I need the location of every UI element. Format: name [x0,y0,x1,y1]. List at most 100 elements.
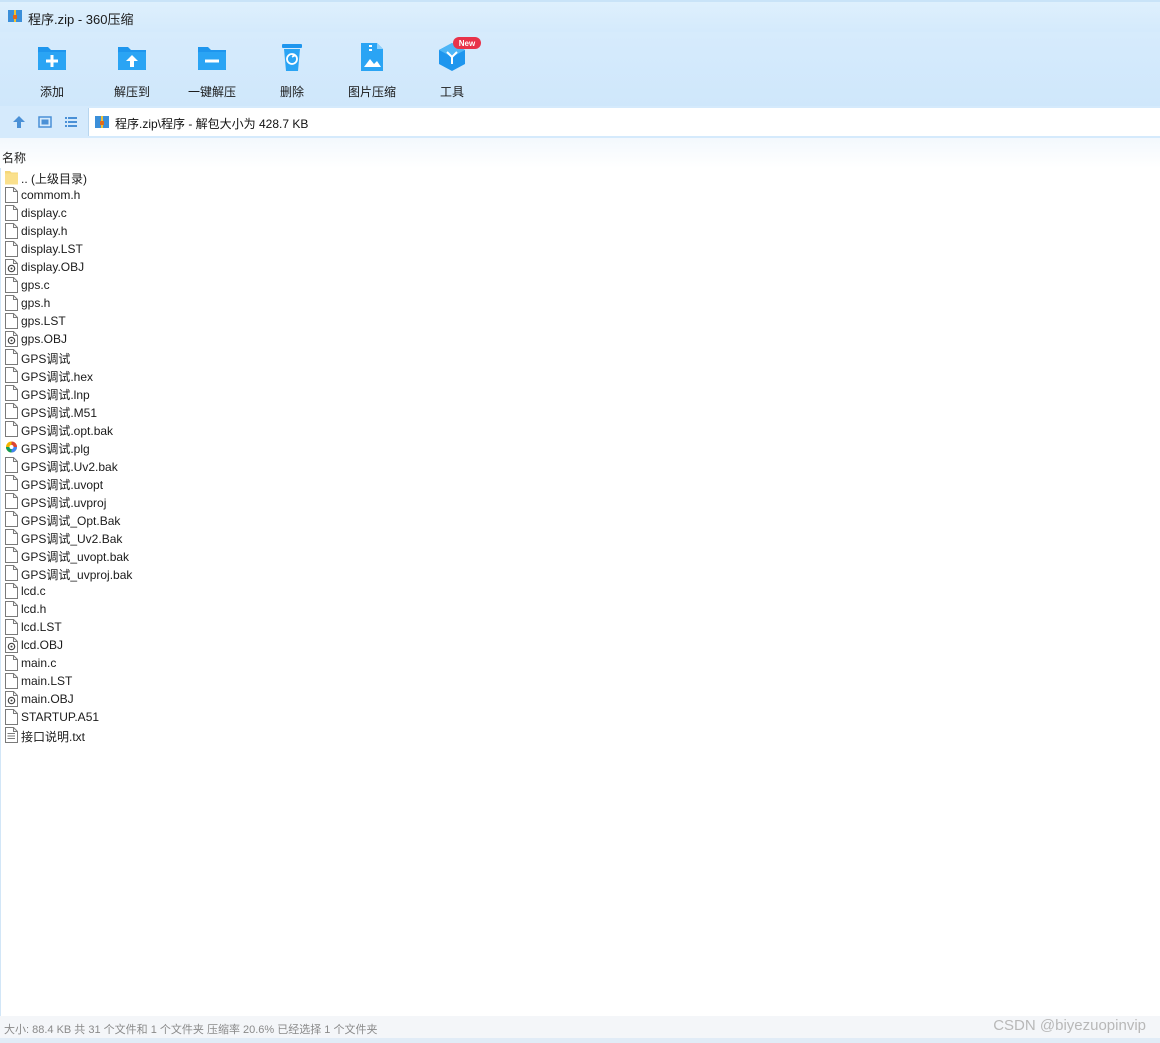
file-name: STARTUP.A51 [21,710,100,724]
file-list: .. (上级目录) commom.h display.c display.h displ… [0,168,1160,744]
file-row[interactable]: lcd.LST [0,618,1160,636]
file-row[interactable]: 接口说明.txt [0,726,1160,744]
tools-button-label: 工具 [439,85,464,99]
file-row[interactable]: display.OBJ [0,258,1160,276]
file-row[interactable]: gps.h [0,294,1160,312]
address-field[interactable]: 程序.zip\程序 - 解包大小为 428.7 KB [88,108,1160,136]
quick-extract-button[interactable]: 一键解压 [172,38,252,100]
delete-button[interactable]: 删除 [252,38,332,100]
file-row[interactable]: GPS调试 [0,348,1160,366]
trash-icon [282,44,302,71]
file-row[interactable]: GPS调试_uvproj.bak [0,564,1160,582]
file-row[interactable]: GPS调试.uvopt [0,474,1160,492]
file-row[interactable]: GPS调试_Opt.Bak [0,510,1160,528]
file-name: GPS调试_uvopt.bak [21,550,130,564]
file-row[interactable]: STARTUP.A51 [0,708,1160,726]
file-name: lcd.OBJ [21,638,64,652]
file-row[interactable]: GPS调试.plg [0,438,1160,456]
new-badge: New [453,37,481,49]
file-icon [5,277,18,293]
file-icon [5,601,18,617]
file-name: display.OBJ [21,260,85,274]
file-name: GPS调试.uvopt [21,478,104,492]
file-row[interactable]: GPS调试.hex [0,366,1160,384]
title-bar: 程序.zip - 360压缩 [0,0,1160,32]
file-name: gps.LST [21,314,66,328]
status-text: 大小: 88.4 KB 共 31 个文件和 1 个文件夹 压缩率 20.6% 已… [4,1024,378,1036]
file-name: .. (上级目录) [21,172,87,186]
folder-quick-extract-icon [198,47,226,70]
file-row[interactable]: GPS调试.uvproj [0,492,1160,510]
text-file-icon [5,727,18,743]
new-badge-text: New [459,39,476,48]
file-name: display.c [21,206,67,220]
address-bar: 程序.zip\程序 - 解包大小为 428.7 KB [0,106,1160,138]
image-compress-icon [361,43,383,71]
file-icon [5,187,18,203]
file-row[interactable]: GPS调试_Uv2.Bak [0,528,1160,546]
window-title: 程序.zip - 360压缩 [28,12,134,27]
file-name: GPS调试.hex [21,370,94,384]
file-row[interactable]: lcd.h [0,600,1160,618]
obj-file-icon [5,331,18,347]
file-row[interactable]: .. (上级目录) [0,168,1160,186]
file-row[interactable]: GPS调试.lnp [0,384,1160,402]
obj-file-icon [5,259,18,275]
file-row[interactable]: display.c [0,204,1160,222]
file-name: GPS调试.opt.bak [21,424,114,438]
file-icon [5,367,18,383]
file-name: gps.OBJ [21,332,68,346]
list-view-icon[interactable] [63,114,79,130]
quick-extract-button-label: 一键解压 [187,85,236,99]
file-name: GPS调试.lnp [21,388,90,402]
tools-button[interactable]: New 工具 [412,37,492,100]
image-compress-button-label: 图片压缩 [347,85,396,99]
file-row[interactable]: lcd.c [0,582,1160,600]
file-name: display.h [21,224,68,238]
file-name: GPS调试.Uv2.bak [21,460,118,474]
thumbnail-view-icon[interactable] [37,114,53,130]
file-icon [5,349,18,365]
file-icon [5,493,18,509]
watermark: CSDN @biyezuopinvip [993,1017,1146,1034]
file-icon [5,385,18,401]
extract-to-button[interactable]: 解压到 [92,38,172,100]
title-bar-edge [0,0,1160,2]
column-header: 名称 [0,138,1160,168]
file-icon [5,655,18,671]
up-arrow-icon[interactable] [11,114,27,130]
file-row[interactable]: display.LST [0,240,1160,258]
file-row[interactable]: gps.OBJ [0,330,1160,348]
file-row[interactable]: main.LST [0,672,1160,690]
file-name: GPS调试_uvproj.bak [21,568,133,582]
file-name: display.LST [21,242,83,256]
file-row[interactable]: gps.c [0,276,1160,294]
file-row[interactable]: main.OBJ [0,690,1160,708]
file-row[interactable]: GPS调试.Uv2.bak [0,456,1160,474]
file-icon [5,565,18,581]
file-row[interactable]: lcd.OBJ [0,636,1160,654]
add-button[interactable]: 添加 [12,38,92,100]
file-name: GPS调试_Uv2.Bak [21,532,123,546]
obj-file-icon [5,637,18,653]
file-row[interactable]: GPS调试_uvopt.bak [0,546,1160,564]
file-row[interactable]: commom.h [0,186,1160,204]
column-name-header[interactable]: 名称 [2,149,26,166]
image-compress-button[interactable]: 图片压缩 [332,38,412,100]
file-name: main.OBJ [21,692,74,706]
file-row[interactable]: display.h [0,222,1160,240]
zip-archive-icon [95,116,109,128]
file-name: gps.h [21,296,51,310]
file-row[interactable]: GPS调试.opt.bak [0,420,1160,438]
file-row[interactable]: gps.LST [0,312,1160,330]
folder-icon [5,171,18,185]
app-zip-icon [8,10,22,22]
file-row[interactable]: main.c [0,654,1160,672]
toolbar: 添加 解压到 一键解压 删除 图片压缩 New 工具 [0,32,1160,106]
file-icon [5,709,18,725]
file-row[interactable]: GPS调试.M51 [0,402,1160,420]
folder-extract-icon [118,47,146,70]
obj-file-icon [5,691,18,707]
extract-to-button-label: 解压到 [113,85,150,99]
plg-file-icon [6,441,17,453]
